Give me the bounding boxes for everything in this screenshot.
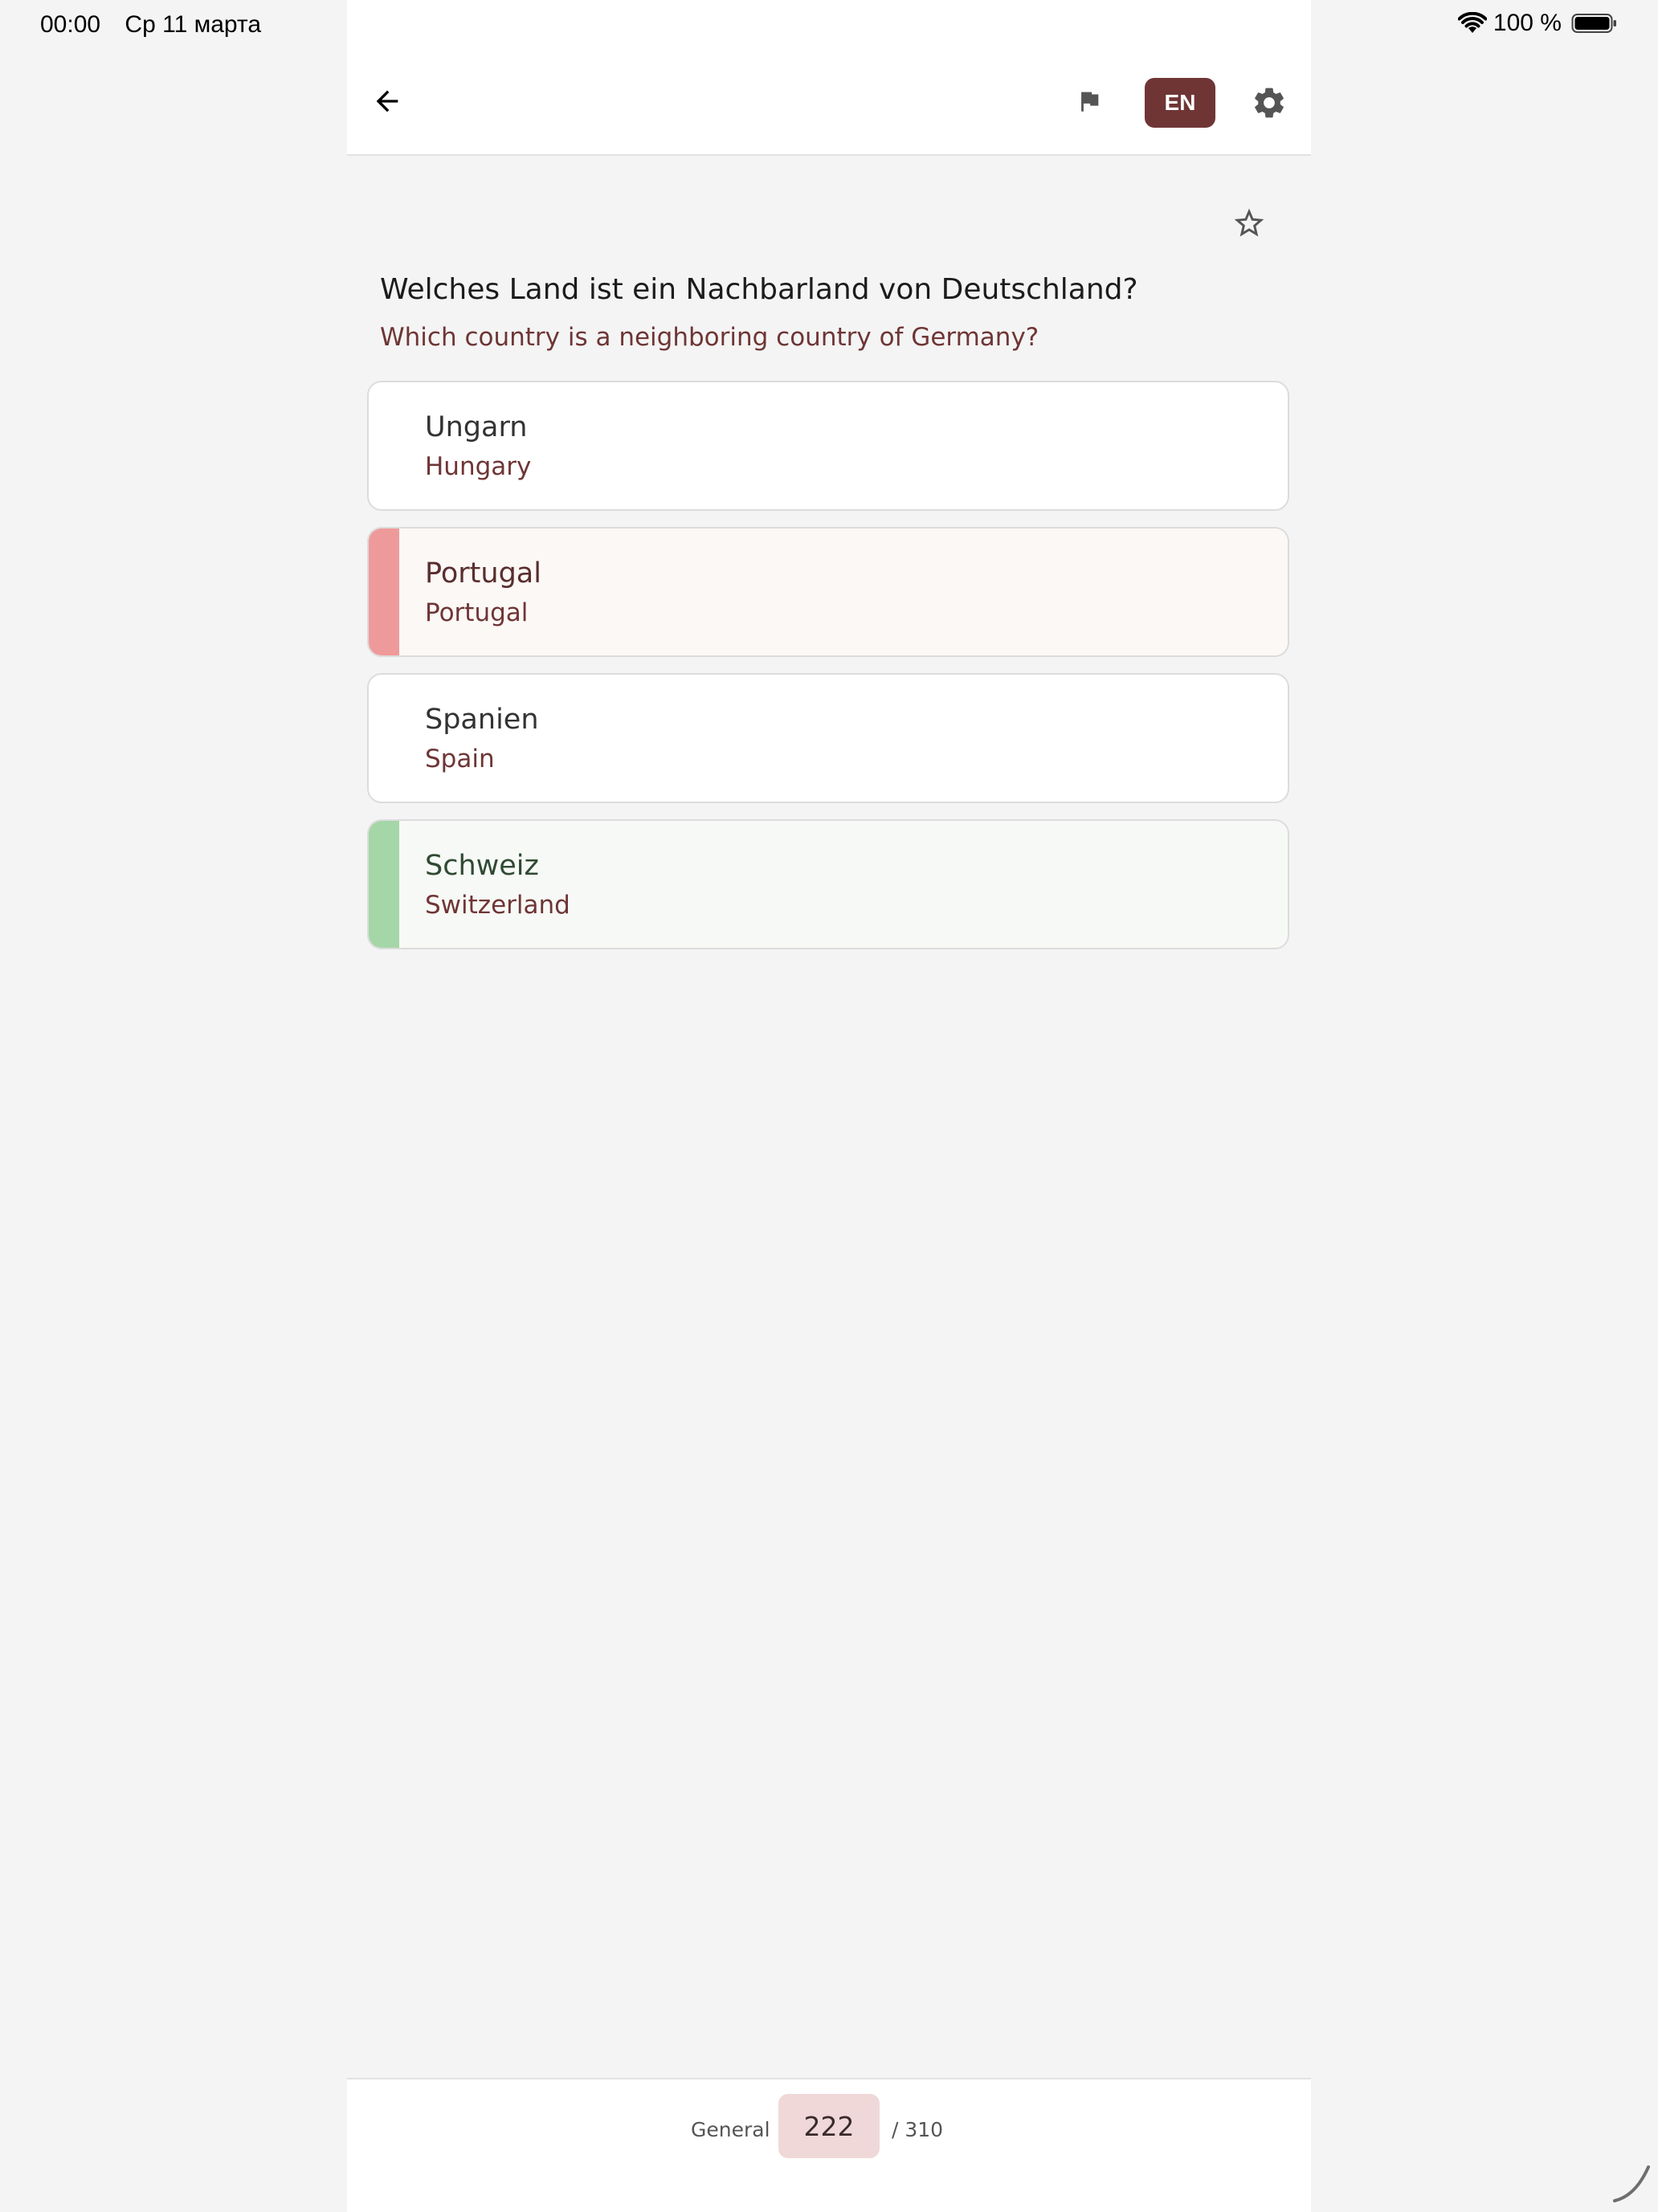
answer-option-schweiz[interactable]: Schweiz Switzerland	[367, 819, 1289, 949]
wifi-icon	[1457, 12, 1487, 33]
answer-option-portugal[interactable]: Portugal Portugal	[367, 527, 1289, 657]
favorite-button[interactable]	[1227, 201, 1272, 246]
report-flag-button[interactable]	[1070, 82, 1109, 120]
question-number-button[interactable]: 222	[778, 2094, 880, 2158]
answer-label-english: Switzerland	[425, 891, 570, 920]
answer-option-spanien[interactable]: Spanien Spain	[367, 673, 1289, 803]
app-bar: EN	[347, 0, 1311, 156]
arrow-left-icon	[376, 90, 398, 112]
wrong-answer-indicator	[369, 529, 399, 655]
answer-label-german: Portugal	[425, 557, 541, 590]
back-button[interactable]	[365, 79, 410, 124]
answer-label-german: Schweiz	[425, 850, 539, 882]
bottom-bar: General 222 / 310	[347, 2078, 1311, 2212]
answer-label-german: Spanien	[425, 704, 539, 736]
flag-icon	[1081, 92, 1099, 112]
answer-label-german: Ungarn	[425, 411, 528, 443]
status-bar-right: 100 %	[1457, 10, 1618, 37]
answer-option-ungarn[interactable]: Ungarn Hungary	[367, 381, 1289, 511]
answer-label-english: Spain	[425, 745, 495, 773]
question-text-german: Welches Land ist ein Nachbarland von Deu…	[380, 273, 1138, 306]
language-toggle-button[interactable]: EN	[1145, 78, 1215, 128]
settings-button[interactable]	[1247, 80, 1292, 125]
question-text-english: Which country is a neighboring country o…	[380, 323, 1039, 352]
answer-label-english: Portugal	[425, 598, 529, 627]
star-outline-icon	[1234, 208, 1264, 237]
main-column: EN Welches Land ist ein Nachbarland von …	[347, 0, 1311, 2212]
gear-icon	[1255, 88, 1284, 118]
category-label: General	[691, 2118, 770, 2141]
status-time: 00:00	[40, 11, 101, 38]
correct-answer-indicator	[369, 821, 399, 948]
status-date: Ср 11 марта	[125, 11, 262, 38]
resize-handle-icon[interactable]	[1611, 2164, 1652, 2204]
answer-label-english: Hungary	[425, 452, 532, 481]
battery-percent: 100 %	[1493, 10, 1562, 36]
status-bar-left: 00:00 Ср 11 марта	[40, 11, 279, 39]
battery-icon	[1571, 14, 1616, 33]
question-total-label: / 310	[892, 2118, 944, 2141]
